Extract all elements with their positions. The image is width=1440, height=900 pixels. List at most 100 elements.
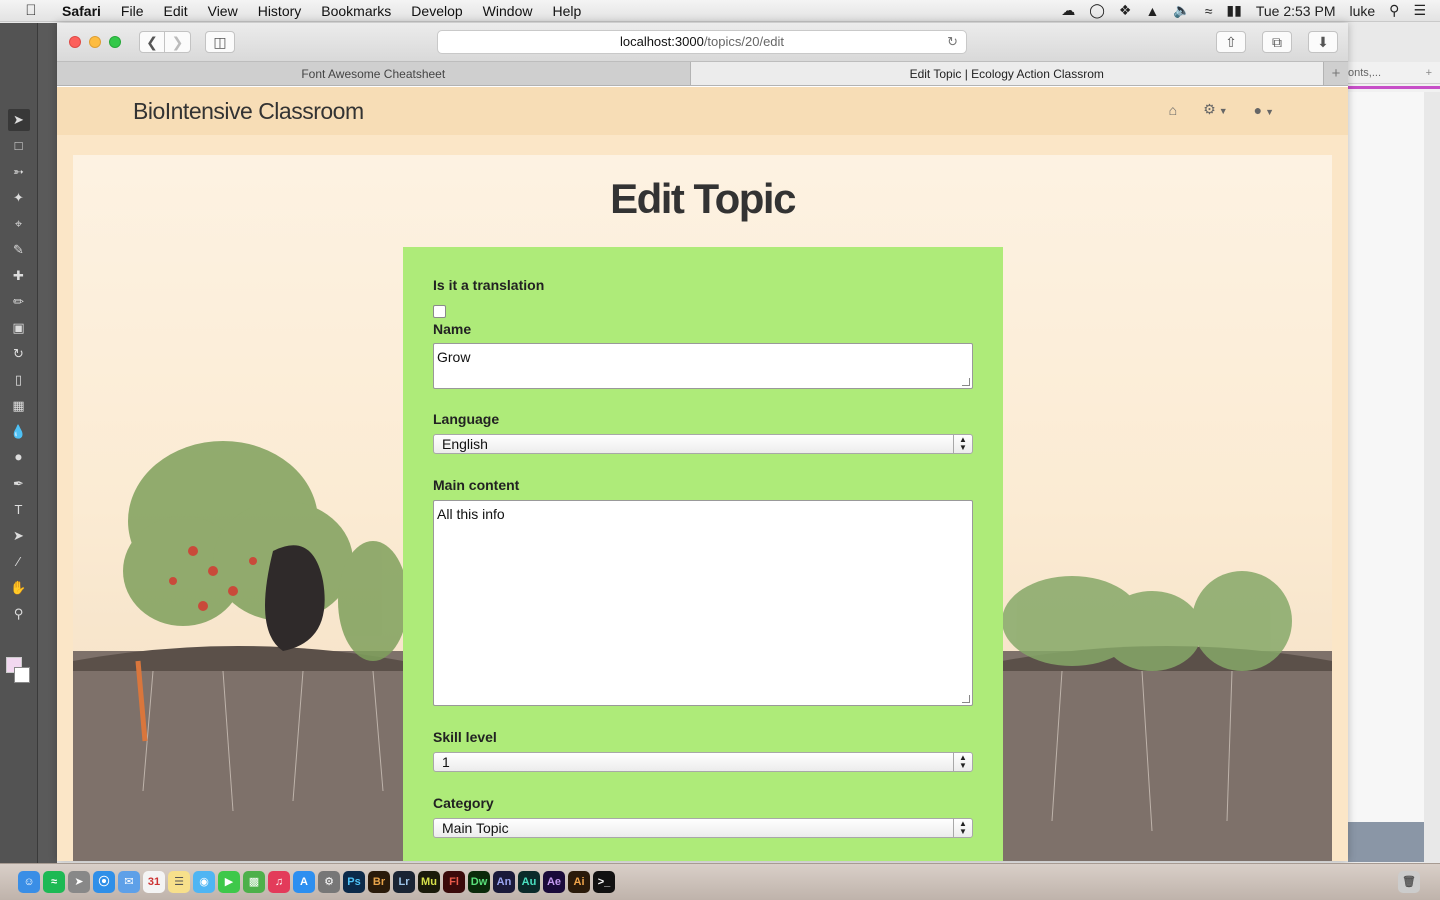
new-tab-icon[interactable]: + xyxy=(1426,67,1432,83)
illustrator-icon[interactable]: Ai xyxy=(568,871,590,893)
facetime-icon[interactable]: ▶ xyxy=(218,871,240,893)
volume-icon[interactable]: 🔈 xyxy=(1173,2,1190,19)
reload-icon[interactable]: ↻ xyxy=(947,31,958,53)
dreamweaver-icon[interactable]: Dw xyxy=(468,871,490,893)
address-bar[interactable]: localhost:3000/topics/20/edit ↻ xyxy=(437,30,967,54)
close-window-button[interactable] xyxy=(69,36,81,48)
name-value: Grow xyxy=(437,349,471,365)
finder-icon[interactable]: ☺ xyxy=(18,871,40,893)
cloud-icon[interactable]: ☁ xyxy=(1061,2,1075,19)
hand-tool-icon[interactable]: ✋ xyxy=(8,577,30,599)
lasso-tool-icon[interactable]: ➳ xyxy=(8,161,30,183)
back-button[interactable]: ❮ xyxy=(139,31,165,53)
skill-level-select[interactable]: 1 ▲ ▼ xyxy=(433,752,973,772)
brush-tool-icon[interactable]: ✏ xyxy=(8,291,30,313)
settings-dropdown[interactable]: ⚙ ▼ xyxy=(1203,101,1227,118)
creative-cloud-icon[interactable]: ◯ xyxy=(1089,2,1105,19)
terminal-icon[interactable]: >_ xyxy=(593,871,615,893)
pen-tool-icon[interactable]: ✒ xyxy=(8,473,30,495)
healing-brush-icon[interactable]: ✚ xyxy=(8,265,30,287)
menu-help[interactable]: Help xyxy=(552,3,581,19)
spotify-icon[interactable]: ≈ xyxy=(43,871,65,893)
launchpad-icon[interactable]: ➤ xyxy=(68,871,90,893)
magic-wand-icon[interactable]: ✦ xyxy=(8,187,30,209)
blur-tool-icon[interactable]: 💧 xyxy=(8,421,30,443)
menu-bookmarks[interactable]: Bookmarks xyxy=(321,3,391,19)
dropbox-icon[interactable]: ❖ xyxy=(1119,2,1132,19)
new-tab-button[interactable]: + xyxy=(1324,62,1348,85)
gradient-tool-icon[interactable]: ▦ xyxy=(8,395,30,417)
tabs-overview-button[interactable]: ⧉ xyxy=(1262,31,1292,53)
history-brush-icon[interactable]: ↻ xyxy=(8,343,30,365)
menubar-clock[interactable]: Tue 2:53 PM xyxy=(1256,3,1336,19)
resize-grip-icon[interactable] xyxy=(962,378,970,386)
minimize-window-button[interactable] xyxy=(89,36,101,48)
audition-icon[interactable]: Au xyxy=(518,871,540,893)
search-icon[interactable]: ⚲ xyxy=(1389,2,1399,19)
resize-grip-icon[interactable] xyxy=(962,695,970,703)
eyedropper-icon[interactable]: ✎ xyxy=(8,239,30,261)
safari-icon[interactable]: ⦿ xyxy=(93,871,115,893)
numbers-icon[interactable]: ▩ xyxy=(243,871,265,893)
background-scrollbar[interactable] xyxy=(1424,92,1440,862)
home-icon[interactable]: ⌂ xyxy=(1169,102,1177,118)
menu-app-name[interactable]: Safari xyxy=(62,3,101,19)
site-brand[interactable]: BioIntensive Classroom xyxy=(133,98,364,125)
menubar-user[interactable]: luke xyxy=(1349,3,1375,19)
eraser-tool-icon[interactable]: ▯ xyxy=(8,369,30,391)
menu-file[interactable]: File xyxy=(121,3,144,19)
messages-icon[interactable]: ◉ xyxy=(193,871,215,893)
menu-develop[interactable]: Develop xyxy=(411,3,462,19)
after-effects-icon[interactable]: Ae xyxy=(543,871,565,893)
background-tab[interactable]: onts,... + xyxy=(1348,62,1440,84)
list-icon[interactable]: ☰ xyxy=(1413,2,1426,19)
trash-icon[interactable]: 🗑 xyxy=(1398,871,1420,893)
translation-checkbox[interactable] xyxy=(433,305,446,318)
drive-icon[interactable]: ▲ xyxy=(1145,3,1159,19)
muse-icon[interactable]: Mu xyxy=(418,871,440,893)
itunes-icon[interactable]: ♫ xyxy=(268,871,290,893)
forward-button[interactable]: ❯ xyxy=(165,31,191,53)
background-browser-window: onts,... + xyxy=(1348,62,1440,862)
apple-menu-icon[interactable]:  xyxy=(20,2,42,19)
tab-edit-topic[interactable]: Edit Topic | Ecology Action Classrom xyxy=(690,62,1324,85)
crop-tool-icon[interactable]: ⌖ xyxy=(8,213,30,235)
language-select[interactable]: English ▲ ▼ xyxy=(433,434,973,454)
downloads-button[interactable]: ⬇ xyxy=(1308,31,1338,53)
category-select[interactable]: Main Topic ▲ ▼ xyxy=(433,818,973,838)
calendar-icon[interactable]: 31 xyxy=(143,871,165,893)
mail-icon[interactable]: ✉ xyxy=(118,871,140,893)
dodge-tool-icon[interactable]: ⚫ xyxy=(8,447,30,469)
macos-dock: ☺ ≈ ➤ ⦿ ✉ 31 ☰ ◉ ▶ ▩ ♫ A ⚙ Ps Br Lr Mu F… xyxy=(0,863,1440,900)
name-field[interactable]: Grow xyxy=(433,343,973,389)
menu-edit[interactable]: Edit xyxy=(163,3,187,19)
line-tool-icon[interactable]: ∕ xyxy=(8,551,30,573)
app-store-icon[interactable]: A xyxy=(293,871,315,893)
zoom-tool-icon[interactable]: ⚲ xyxy=(8,603,30,625)
wifi-icon[interactable]: ≈ xyxy=(1205,3,1213,19)
path-select-icon[interactable]: ➤ xyxy=(8,525,30,547)
menu-view[interactable]: View xyxy=(208,3,238,19)
animate-icon[interactable]: An xyxy=(493,871,515,893)
menu-history[interactable]: History xyxy=(258,3,302,19)
user-dropdown[interactable]: ● ▼ xyxy=(1254,102,1274,118)
battery-icon[interactable]: ▮▮ xyxy=(1226,2,1241,19)
zoom-window-button[interactable] xyxy=(109,36,121,48)
share-button[interactable]: ⇧ xyxy=(1216,31,1246,53)
flash-icon[interactable]: Fl xyxy=(443,871,465,893)
lightroom-icon[interactable]: Lr xyxy=(393,871,415,893)
tab-font-awesome[interactable]: Font Awesome Cheatsheet xyxy=(57,62,691,85)
type-tool-icon[interactable]: T xyxy=(8,499,30,521)
marquee-tool-icon[interactable]: □ xyxy=(8,135,30,157)
notes-icon[interactable]: ☰ xyxy=(168,871,190,893)
language-label: Language xyxy=(433,411,500,427)
move-tool-icon[interactable]: ➤ xyxy=(7,109,30,131)
main-content-field[interactable]: All this info xyxy=(433,500,973,706)
menu-window[interactable]: Window xyxy=(483,3,533,19)
photoshop-icon[interactable]: Ps xyxy=(343,871,365,893)
bridge-icon[interactable]: Br xyxy=(368,871,390,893)
sidebar-toggle-button[interactable]: ◫ xyxy=(205,31,235,53)
stamp-tool-icon[interactable]: ▣ xyxy=(8,317,30,339)
background-color-swatch[interactable] xyxy=(14,667,30,683)
system-prefs-icon[interactable]: ⚙ xyxy=(318,871,340,893)
